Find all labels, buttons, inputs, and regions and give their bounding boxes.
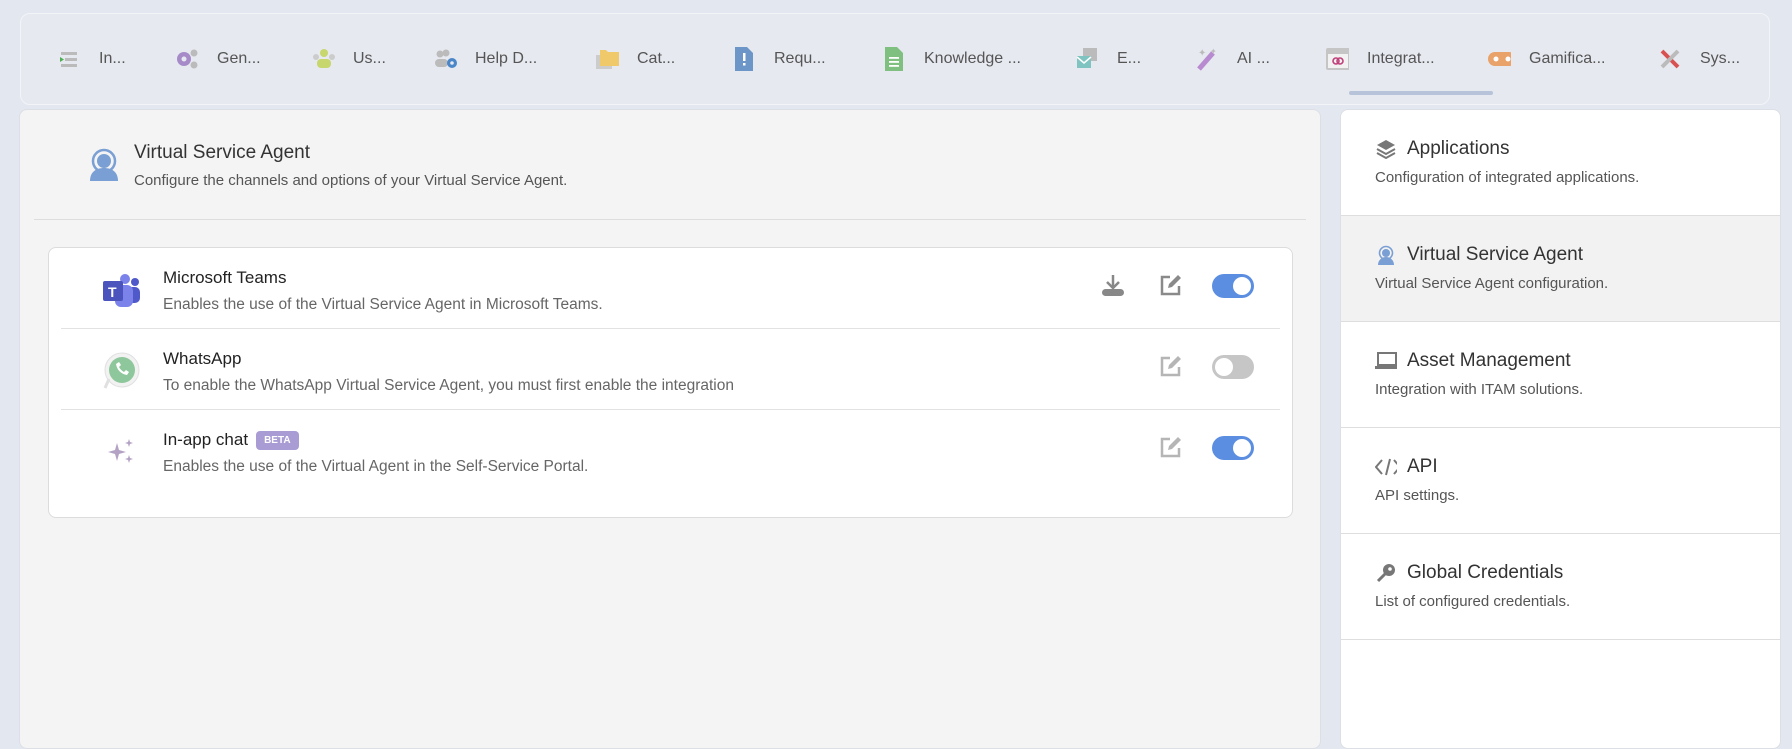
channel-description: Enables the use of the Virtual Agent in … (163, 458, 589, 475)
channel-row-in-app-chat: In-app chat BETA Enables the use of the V… (61, 410, 1280, 491)
email-icon (1075, 47, 1099, 71)
sidebar-item-api[interactable]: API API settings. (1341, 428, 1780, 534)
sidebar-item-applications[interactable]: Applications Configuration of integrated … (1341, 110, 1780, 216)
users-icon (311, 47, 335, 71)
tab-in[interactable]: In... (57, 39, 175, 79)
channel-row-microsoft-teams: T Microsoft Teams Enables the use of the… (61, 248, 1280, 329)
channel-description: To enable the WhatsApp Virtual Service A… (163, 377, 734, 394)
page-title: Virtual Service Agent (134, 142, 311, 163)
users-gear-icon (433, 47, 457, 71)
sidebar-item-global-credentials[interactable]: Global Credentials List of configured cre… (1341, 534, 1780, 640)
laptop-icon (1375, 350, 1397, 372)
code-icon (1375, 456, 1397, 478)
module-tabs: In... Gen... Us... Help D... Cat... Requ… (20, 13, 1770, 105)
tab-knowledge[interactable]: Knowledge ... (882, 39, 1075, 79)
edit-icon[interactable] (1158, 272, 1184, 298)
tab-general[interactable]: Gen... (175, 39, 311, 79)
tab-system[interactable]: Sys... (1658, 39, 1768, 79)
magic-wand-icon: ✦ ✦ (1195, 47, 1219, 71)
edit-icon[interactable] (1158, 434, 1184, 460)
whatsapp-icon (101, 351, 141, 391)
gears-icon (175, 47, 199, 71)
integration-window-icon (1325, 47, 1349, 71)
key-icon (1375, 562, 1397, 584)
request-document-icon (732, 47, 756, 71)
page-header: Virtual Service Agent Configure the chan… (34, 110, 1306, 220)
sidebar-item-virtual-service-agent[interactable]: Virtual Service Agent Virtual Service Age… (1341, 216, 1780, 322)
channel-name: In-app chat (163, 430, 249, 449)
gamepad-icon (1487, 47, 1511, 71)
integrations-sidebar: Applications Configuration of integrated … (1340, 109, 1781, 749)
main-panel: Virtual Service Agent Configure the chan… (19, 109, 1321, 749)
tab-users[interactable]: Us... (311, 39, 433, 79)
tab-ai[interactable]: ✦ ✦ AI ... (1195, 39, 1325, 79)
tools-icon (1658, 47, 1682, 71)
tab-integrations[interactable]: Integrat... (1325, 39, 1493, 95)
channel-name: Microsoft Teams (163, 268, 287, 287)
layers-icon (1375, 138, 1397, 160)
list-icon (57, 47, 81, 71)
tab-email[interactable]: E... (1075, 39, 1195, 79)
svg-text:✦: ✦ (1198, 48, 1206, 59)
download-icon[interactable] (1100, 272, 1126, 298)
sidebar-item-asset-management[interactable]: Asset Management Integration with ITAM so… (1341, 322, 1780, 428)
edit-icon[interactable] (1158, 353, 1184, 379)
microsoft-teams-icon: T (101, 270, 141, 310)
tab-requests[interactable]: Requ... (732, 39, 882, 79)
enable-toggle[interactable] (1212, 274, 1254, 298)
folder-icon (595, 47, 619, 71)
sparkles-icon (101, 432, 141, 472)
page-subtitle: Configure the channels and options of yo… (134, 172, 568, 189)
beta-badge: BETA (256, 430, 299, 450)
svg-text:✦: ✦ (1210, 47, 1217, 56)
channel-name: WhatsApp (163, 349, 242, 368)
tab-catalog[interactable]: Cat... (595, 39, 732, 79)
svg-text:T: T (108, 284, 117, 300)
tab-gamification[interactable]: Gamifica... (1487, 39, 1658, 79)
knowledge-document-icon (882, 47, 906, 71)
enable-toggle[interactable] (1212, 355, 1254, 379)
tab-help-desk[interactable]: Help D... (433, 39, 595, 79)
agent-icon (86, 147, 122, 188)
channel-title: In-app chat BETA (163, 430, 299, 450)
enable-toggle[interactable] (1212, 436, 1254, 460)
channel-description: Enables the use of the Virtual Service A… (163, 296, 603, 313)
channels-list: T Microsoft Teams Enables the use of the… (48, 247, 1293, 518)
channel-row-whatsapp: WhatsApp To enable the WhatsApp Virtual … (61, 329, 1280, 410)
agent-icon (1375, 244, 1397, 266)
